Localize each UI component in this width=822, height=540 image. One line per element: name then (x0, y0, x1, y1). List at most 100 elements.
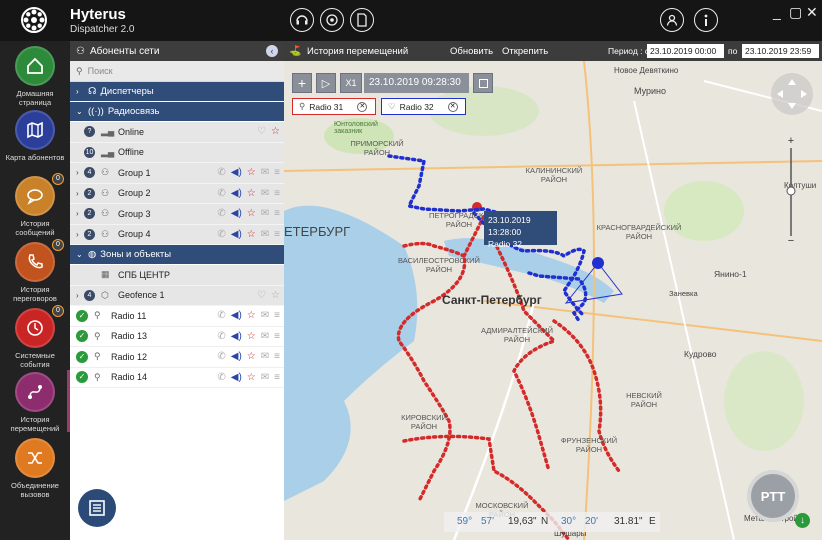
history-icon: ⛳ (289, 46, 302, 57)
speaker-icon[interactable]: ◀) (231, 229, 242, 240)
mail-icon[interactable]: ✉ (261, 167, 269, 178)
rail-home[interactable]: Домашняя страница (0, 46, 70, 107)
user-icon[interactable] (660, 8, 684, 32)
track-chip-radio-32[interactable]: ♡ Radio 32 ✕ (381, 98, 466, 115)
search-input[interactable]: ⚲ Поиск (70, 61, 284, 82)
rail-call-history[interactable]: 0 История переговоров (0, 239, 70, 303)
collapse-panel-button[interactable]: ‹ (266, 45, 278, 57)
track-chip-radio-31[interactable]: ⚲ Radio 31 ✕ (292, 98, 376, 115)
stop-button[interactable] (473, 73, 493, 93)
star-icon[interactable]: ☆ (247, 208, 256, 219)
speaker-icon[interactable]: ◀) (231, 351, 242, 362)
phone-icon[interactable]: ✆ (217, 331, 225, 342)
menu-icon[interactable]: ≡ (274, 188, 280, 199)
heart-icon[interactable]: ♡ (257, 290, 266, 301)
chevron-right-icon[interactable]: › (76, 291, 84, 300)
heart-icon[interactable]: ♡ (257, 126, 266, 137)
group-dispatchers[interactable]: › ☊ Диспетчеры (70, 82, 284, 102)
mail-icon[interactable]: ✉ (261, 310, 269, 321)
star-icon[interactable]: ☆ (247, 188, 256, 199)
star-icon[interactable]: ☆ (247, 310, 256, 321)
star-icon[interactable]: ☆ (247, 167, 256, 178)
phone-icon[interactable]: ✆ (217, 372, 225, 383)
star-icon[interactable]: ☆ (247, 229, 256, 240)
window-maximize-button[interactable]: ▢ (789, 4, 802, 21)
menu-icon[interactable]: ≡ (274, 229, 280, 240)
speed-button[interactable]: X1 (340, 73, 362, 93)
group-radio[interactable]: ⌄ ((·)) Радиосвязь (70, 102, 284, 122)
map-view[interactable]: ПРИМОРСКИЙ РАЙОН КАЛИНИНСКИЙ РАЙОН ПЕТРО… (284, 41, 822, 540)
star-icon[interactable]: ☆ (247, 351, 256, 362)
phone-icon[interactable]: ✆ (217, 229, 225, 240)
phone-icon[interactable]: ✆ (217, 208, 225, 219)
menu-icon[interactable]: ≡ (274, 310, 280, 321)
menu-icon[interactable]: ≡ (274, 167, 280, 178)
download-icon[interactable]: ↓ (795, 513, 810, 528)
chevron-right-icon[interactable]: › (76, 189, 84, 198)
rail-movement-history[interactable]: История перемещений (0, 372, 70, 433)
list-item[interactable]: › 4 ⚇ Group 1 ✆ ◀) ☆ ✉ ≡ (70, 163, 284, 184)
mail-icon[interactable]: ✉ (261, 208, 269, 219)
menu-icon[interactable]: ≡ (274, 372, 280, 383)
mail-icon[interactable]: ✉ (261, 188, 269, 199)
refresh-button[interactable]: Обновить (450, 46, 493, 57)
ptt-button[interactable]: PTT (747, 470, 799, 522)
add-button[interactable]: + (292, 73, 312, 93)
mail-icon[interactable]: ✉ (261, 331, 269, 342)
radio-row[interactable]: ✓ ⚲ Radio 13 ✆ ◀) ☆ ✉ ≡ (70, 326, 284, 347)
radio-row[interactable]: ✓ ⚲ Radio 11 ✆ ◀) ☆ ✉ ≡ (70, 306, 284, 327)
window-close-button[interactable]: ✕ (806, 4, 818, 21)
list-item[interactable]: ▦ СПБ ЦЕНТР (70, 265, 284, 286)
detach-button[interactable]: Открепить (502, 46, 548, 57)
menu-icon[interactable]: ≡ (274, 351, 280, 362)
mail-icon[interactable]: ✉ (261, 372, 269, 383)
play-button[interactable]: ▷ (316, 73, 336, 93)
speaker-icon[interactable]: ◀) (231, 167, 242, 178)
rail-system-events[interactable]: 0 Системные события (0, 305, 70, 369)
window-minimize-button[interactable]: _ (773, 4, 781, 20)
radio-row[interactable]: ✓ ⚲ Radio 14 ✆ ◀) ☆ ✉ ≡ (70, 367, 284, 388)
document-icon[interactable] (350, 8, 374, 32)
star-icon[interactable]: ☆ (247, 372, 256, 383)
star-icon[interactable]: ☆ (247, 331, 256, 342)
phone-icon[interactable]: ✆ (217, 188, 225, 199)
speaker-icon[interactable]: ◀) (231, 310, 242, 321)
phone-icon[interactable]: ✆ (217, 310, 225, 321)
chevron-right-icon[interactable]: › (76, 168, 84, 177)
speaker-icon[interactable]: ◀) (231, 331, 242, 342)
rail-subscriber-map[interactable]: Карта абонентов (0, 110, 70, 162)
star-icon[interactable]: ☆ (271, 126, 280, 137)
period-from-input[interactable]: 23.10.2019 00:00 (647, 44, 724, 58)
rail-message-history[interactable]: 0 История сообщений (0, 173, 70, 237)
speaker-icon[interactable]: ◀) (231, 372, 242, 383)
menu-icon[interactable]: ≡ (274, 331, 280, 342)
speaker-icon[interactable]: ◀) (231, 208, 242, 219)
info-icon[interactable] (694, 8, 718, 32)
mail-icon[interactable]: ✉ (261, 351, 269, 362)
list-item[interactable]: 10 ▂▄ Offline (70, 142, 284, 163)
remove-chip-button[interactable]: ✕ (357, 101, 368, 112)
chevron-right-icon[interactable]: › (76, 230, 84, 239)
menu-icon[interactable]: ≡ (274, 208, 280, 219)
list-item[interactable]: › 4 ⬡ Geofence 1 ♡ ☆ (70, 285, 284, 306)
speaker-icon[interactable]: ◀) (231, 188, 242, 199)
map-pan-control[interactable] (771, 73, 813, 115)
gear-flower-icon[interactable] (320, 8, 344, 32)
list-item[interactable]: ? ▂▄ Online ♡ ☆ (70, 122, 284, 143)
phone-icon[interactable]: ✆ (217, 167, 225, 178)
group-zones[interactable]: ⌄ ◍ Зоны и объекты (70, 245, 284, 265)
address-book-button[interactable] (78, 489, 116, 527)
list-item[interactable]: › 2 ⚇ Group 2 ✆ ◀) ☆ ✉ ≡ (70, 183, 284, 204)
rail-call-merge[interactable]: Объединение вызовов (0, 438, 70, 499)
list-item[interactable]: › 2 ⚇ Group 4 ✆ ◀) ☆ ✉ ≡ (70, 224, 284, 245)
chevron-right-icon[interactable]: › (76, 209, 84, 218)
star-icon[interactable]: ☆ (271, 290, 280, 301)
mail-icon[interactable]: ✉ (261, 229, 269, 240)
radio-row[interactable]: ✓ ⚲ Radio 12 ✆ ◀) ☆ ✉ ≡ (70, 347, 284, 368)
zoom-slider[interactable]: + − (784, 136, 798, 246)
headset-icon[interactable] (290, 8, 314, 32)
remove-chip-button[interactable]: ✕ (447, 101, 458, 112)
phone-icon[interactable]: ✆ (217, 351, 225, 362)
list-item[interactable]: › 2 ⚇ Group 3 ✆ ◀) ☆ ✉ ≡ (70, 204, 284, 225)
period-to-input[interactable]: 23.10.2019 23:59 (742, 44, 819, 58)
